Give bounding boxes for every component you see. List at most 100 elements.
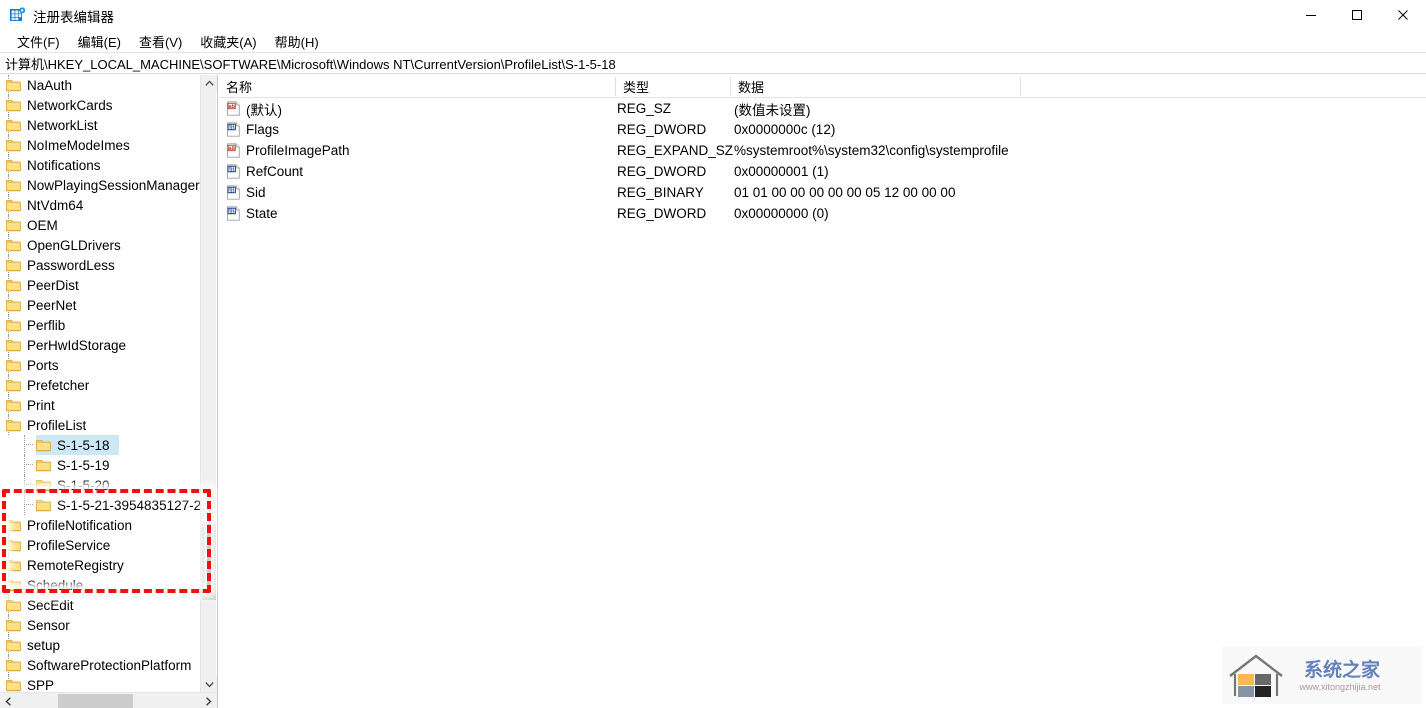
value-row[interactable]: 011 110 Sid REG_BINARY 01 01 00 00 00 00 00 …: [219, 182, 1426, 203]
tree-item-ports[interactable]: Ports: [0, 355, 200, 375]
tree-guide-line: [24, 444, 33, 445]
registry-values-pane[interactable]: 名称 类型 数据 ab (默认) REG_SZ (数值未设置) 011 110 Flags R…: [219, 75, 1426, 708]
tree-guide-line: [24, 504, 33, 505]
tree-item-nowplayingsessionmanager[interactable]: NowPlayingSessionManager: [0, 175, 200, 195]
tree-item-secedit[interactable]: SecEdit: [0, 595, 200, 615]
value-row[interactable]: 011 110 State REG_DWORD 0x00000000 (0): [219, 203, 1426, 224]
address-bar[interactable]: 计算机\HKEY_LOCAL_MACHINE\SOFTWARE\Microsof…: [0, 52, 1426, 74]
tree-item-profilenotification[interactable]: ProfileNotification: [0, 515, 200, 535]
tree-scroll-thumb[interactable]: [202, 524, 216, 600]
tree-item-notifications[interactable]: Notifications: [0, 155, 200, 175]
tree-item-prefetcher[interactable]: Prefetcher: [0, 375, 200, 395]
scroll-right-icon[interactable]: [200, 693, 217, 708]
menu-edit[interactable]: 编辑(E): [69, 30, 130, 53]
value-row[interactable]: ab ProfileImagePath REG_EXPAND_SZ %systemro…: [219, 140, 1426, 161]
tree-item-oem[interactable]: OEM: [0, 215, 200, 235]
tree-item-s-1-5-18[interactable]: S-1-5-18: [0, 435, 200, 455]
folder-icon: [6, 419, 21, 432]
string-value-icon: ab: [226, 101, 241, 116]
tree-item-label: ProfileService: [27, 537, 111, 553]
tree-item-label: PeerDist: [27, 277, 79, 293]
tree-item-peernet[interactable]: PeerNet: [0, 295, 200, 315]
tree-item-schedule[interactable]: Schedule: [0, 575, 200, 595]
folder-icon: [6, 259, 21, 272]
svg-text:www.xitongzhijia.net: www.xitongzhijia.net: [1298, 682, 1381, 692]
svg-text:110: 110: [229, 190, 234, 194]
value-name-label: State: [246, 206, 278, 221]
tree-item-passwordless[interactable]: PasswordLess: [0, 255, 200, 275]
value-name-label: RefCount: [246, 164, 304, 179]
tree-guide-line: [24, 475, 25, 495]
tree-hscroll-thumb[interactable]: [58, 694, 133, 708]
value-name-cell: ab ProfileImagePath: [226, 140, 350, 161]
menu-file[interactable]: 文件(F): [8, 30, 69, 53]
values-list[interactable]: ab (默认) REG_SZ (数值未设置) 011 110 Flags REG_DWORD 0…: [219, 98, 1426, 224]
tree-item-label: NtVdm64: [27, 197, 84, 213]
registry-path: 计算机\HKEY_LOCAL_MACHINE\SOFTWARE\Microsof…: [5, 56, 616, 72]
scroll-left-icon[interactable]: [0, 693, 17, 708]
tree-item-perflib[interactable]: Perflib: [0, 315, 200, 335]
tree-item-s-1-5-20[interactable]: S-1-5-20: [0, 475, 200, 495]
value-row[interactable]: 011 110 Flags REG_DWORD 0x0000000c (12): [219, 119, 1426, 140]
tree-item-setup[interactable]: setup: [0, 635, 200, 655]
value-name-label: ProfileImagePath: [246, 143, 350, 158]
tree-item-label: PerHwIdStorage: [27, 337, 127, 353]
tree-horizontal-scrollbar[interactable]: [0, 692, 217, 708]
tree-item-softwareprotectionplatform[interactable]: SoftwareProtectionPlatform: [0, 655, 200, 675]
tree-item-remoteregistry[interactable]: RemoteRegistry: [0, 555, 200, 575]
folder-icon: [36, 439, 51, 452]
tree-item-label: Notifications: [27, 157, 101, 173]
scroll-down-icon[interactable]: [201, 676, 217, 693]
menu-help[interactable]: 帮助(H): [266, 30, 328, 53]
folder-icon: [6, 159, 21, 172]
tree-item-peerdist[interactable]: PeerDist: [0, 275, 200, 295]
folder-icon: [6, 279, 21, 292]
tree-item-profilelist[interactable]: ProfileList: [0, 415, 200, 435]
value-row[interactable]: 011 110 RefCount REG_DWORD 0x00000001 (1): [219, 161, 1426, 182]
folder-icon: [6, 639, 21, 652]
tree-item-sensor[interactable]: Sensor: [0, 615, 200, 635]
minimize-button[interactable]: [1288, 0, 1334, 30]
tree-item-label: S-1-5-20: [57, 477, 110, 493]
tree-item-s-1-5-19[interactable]: S-1-5-19: [0, 455, 200, 475]
tree-item-perhwidstorage[interactable]: PerHwIdStorage: [0, 335, 200, 355]
tree-item-label: ProfileList: [27, 417, 87, 433]
tree-guide-line: [24, 455, 25, 475]
menu-favorites[interactable]: 收藏夹(A): [191, 30, 265, 53]
tree-item-ntvdm64[interactable]: NtVdm64: [0, 195, 200, 215]
tree-item-networkcards[interactable]: NetworkCards: [0, 95, 200, 115]
tree-item-profileservice[interactable]: ProfileService: [0, 535, 200, 555]
maximize-button[interactable]: [1334, 0, 1380, 30]
close-button[interactable]: [1380, 0, 1426, 30]
tree-item-label: Perflib: [27, 317, 66, 333]
value-name-cell: 011 110 Flags: [226, 119, 279, 140]
svg-text:110: 110: [229, 211, 234, 215]
tree-item-print[interactable]: Print: [0, 395, 200, 415]
scroll-up-icon[interactable]: [201, 75, 217, 92]
registry-tree-pane[interactable]: NaAuth NetworkCards NetworkList NoImeModeIm…: [0, 75, 218, 708]
column-header-data[interactable]: 数据: [731, 75, 1020, 97]
tree-item-opengldrivers[interactable]: OpenGLDrivers: [0, 235, 200, 255]
value-type-cell: REG_DWORD: [617, 164, 707, 179]
menu-view[interactable]: 查看(V): [130, 30, 191, 53]
column-header-type[interactable]: 类型: [616, 75, 730, 97]
tree-item-noimemodeimes[interactable]: NoImeModeImes: [0, 135, 200, 155]
tree-vertical-scrollbar[interactable]: [200, 75, 217, 693]
tree-item-s-1-5-21-3954835127-2419[interactable]: S-1-5-21-3954835127-2419: [0, 495, 200, 515]
folder-icon: [6, 659, 21, 672]
tree-item-label: NowPlayingSessionManager: [27, 177, 200, 193]
tree-item-naauth[interactable]: NaAuth: [0, 75, 200, 95]
folder-icon: [6, 179, 21, 192]
registry-editor-icon: [9, 7, 26, 24]
tree-item-label: PeerNet: [27, 297, 77, 313]
value-row[interactable]: ab (默认) REG_SZ (数值未设置): [219, 98, 1426, 119]
string-value-icon: ab: [226, 143, 241, 158]
folder-icon: [36, 499, 51, 512]
tree-item-networklist[interactable]: NetworkList: [0, 115, 200, 135]
registry-tree-list[interactable]: NaAuth NetworkCards NetworkList NoImeModeIm…: [0, 75, 200, 695]
column-header-name[interactable]: 名称: [219, 75, 615, 97]
svg-text:110: 110: [229, 169, 234, 173]
tree-item-label: OpenGLDrivers: [27, 237, 121, 253]
value-type-cell: REG_DWORD: [617, 206, 707, 221]
value-type-cell: REG_BINARY: [617, 185, 704, 200]
